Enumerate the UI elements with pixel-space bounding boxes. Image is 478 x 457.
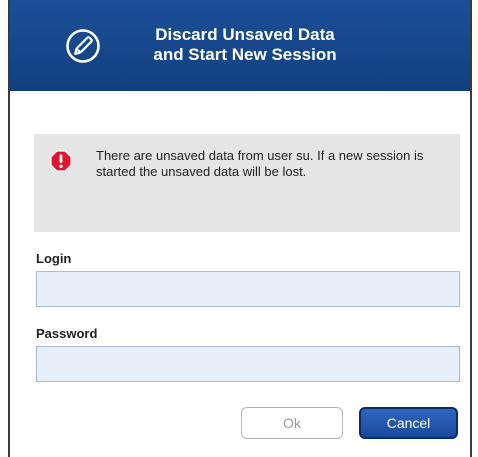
login-input[interactable] xyxy=(36,271,460,307)
warning-text: There are unsaved data from user su. If … xyxy=(96,148,424,179)
password-label: Password xyxy=(36,326,98,341)
dialog-title-line1: Discard Unsaved Data xyxy=(155,25,335,44)
cancel-button[interactable]: Cancel xyxy=(359,407,458,439)
password-input[interactable] xyxy=(36,346,460,382)
dialog-title: Discard Unsaved Data and Start New Sessi… xyxy=(128,25,362,65)
dialog-header: Discard Unsaved Data and Start New Sessi… xyxy=(10,0,470,91)
discard-session-dialog: Discard Unsaved Data and Start New Sessi… xyxy=(8,0,472,457)
alert-octagon-icon xyxy=(50,150,72,172)
dialog-title-line2: and Start New Session xyxy=(153,45,337,64)
warning-message-box: There are unsaved data from user su. If … xyxy=(34,134,460,232)
ok-button[interactable]: Ok xyxy=(241,407,343,439)
login-label: Login xyxy=(36,251,72,266)
pencil-circle-icon xyxy=(65,28,101,64)
